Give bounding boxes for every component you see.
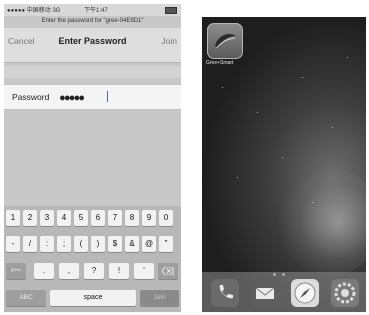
key-6[interactable]: 6 <box>91 210 105 226</box>
password-label: Password <box>12 92 50 102</box>
key-period[interactable]: . <box>34 263 54 279</box>
key-exclamation[interactable]: ! <box>109 263 129 279</box>
key-quote[interactable]: " <box>159 236 173 252</box>
key-9[interactable]: 9 <box>142 210 156 226</box>
key-comma[interactable]: , <box>59 263 79 279</box>
backspace-key[interactable] <box>158 263 178 279</box>
join-key[interactable]: Join <box>140 290 179 306</box>
more-symbols-key[interactable]: #+= <box>6 263 26 279</box>
gree-smart-app[interactable] <box>207 23 243 59</box>
phone-icon <box>219 285 233 299</box>
password-row[interactable]: Password <box>4 84 181 110</box>
star <box>312 202 313 203</box>
text-caret <box>107 91 108 102</box>
safari-app[interactable] <box>291 279 319 307</box>
nav-bar: Cancel Enter Password Join <box>4 28 181 78</box>
star <box>332 127 333 128</box>
keyboard: 1 2 3 4 5 6 7 8 9 0 - / : ; ( ) $ & @ " … <box>4 206 181 312</box>
star <box>257 112 258 113</box>
key-7[interactable]: 7 <box>108 210 122 226</box>
home-screen: Gree+Smart <box>202 17 366 312</box>
space-key[interactable]: space <box>50 290 136 306</box>
carrier-text: ●●●●● 中国移动 3G <box>7 8 61 14</box>
app-label: Gree+Smart <box>206 60 234 66</box>
phone-app[interactable] <box>211 279 239 307</box>
star <box>282 157 283 158</box>
safari-icon <box>294 282 316 304</box>
clock: 下午1:47 <box>84 8 108 14</box>
page-title: Enter Password <box>58 36 127 46</box>
password-field[interactable] <box>60 90 160 104</box>
key-3[interactable]: 3 <box>40 210 54 226</box>
key-question[interactable]: ? <box>84 263 104 279</box>
star <box>302 77 303 78</box>
key-open-paren[interactable]: ( <box>74 236 88 252</box>
gree-leaf-icon <box>215 34 236 49</box>
key-apostrophe[interactable]: ' <box>134 263 154 279</box>
key-hyphen[interactable]: - <box>6 236 20 252</box>
key-ampersand[interactable]: & <box>125 236 139 252</box>
star <box>347 57 348 58</box>
settings-icon <box>334 282 356 304</box>
key-1[interactable]: 1 <box>6 210 20 226</box>
wallpaper-nebula <box>272 167 366 277</box>
key-close-paren[interactable]: ) <box>91 236 105 252</box>
mail-app[interactable] <box>251 279 279 307</box>
join-button[interactable]: Join <box>161 36 177 46</box>
key-colon[interactable]: : <box>40 236 54 252</box>
key-at[interactable]: @ <box>142 236 156 252</box>
star <box>237 177 238 178</box>
wifi-password-screen: ●●●●● 中国移动 3G 下午1:47 Enter the password … <box>4 4 181 312</box>
key-0[interactable]: 0 <box>159 210 173 226</box>
key-4[interactable]: 4 <box>57 210 71 226</box>
status-bar: ●●●●● 中国移动 3G 下午1:47 <box>4 4 181 16</box>
key-slash[interactable]: / <box>23 236 37 252</box>
mail-icon <box>255 287 275 299</box>
password-prompt: Enter the password for "gree-04E9D1" <box>41 18 144 24</box>
key-5[interactable]: 5 <box>74 210 88 226</box>
abc-key[interactable]: ABC <box>6 290 46 306</box>
key-semicolon[interactable]: ; <box>57 236 71 252</box>
divider <box>4 66 181 78</box>
key-2[interactable]: 2 <box>23 210 37 226</box>
star <box>222 87 223 88</box>
dock <box>202 272 366 312</box>
key-8[interactable]: 8 <box>125 210 139 226</box>
battery-icon <box>165 7 177 14</box>
settings-app[interactable] <box>331 279 359 307</box>
backspace-icon <box>161 266 174 276</box>
key-dollar[interactable]: $ <box>108 236 122 252</box>
